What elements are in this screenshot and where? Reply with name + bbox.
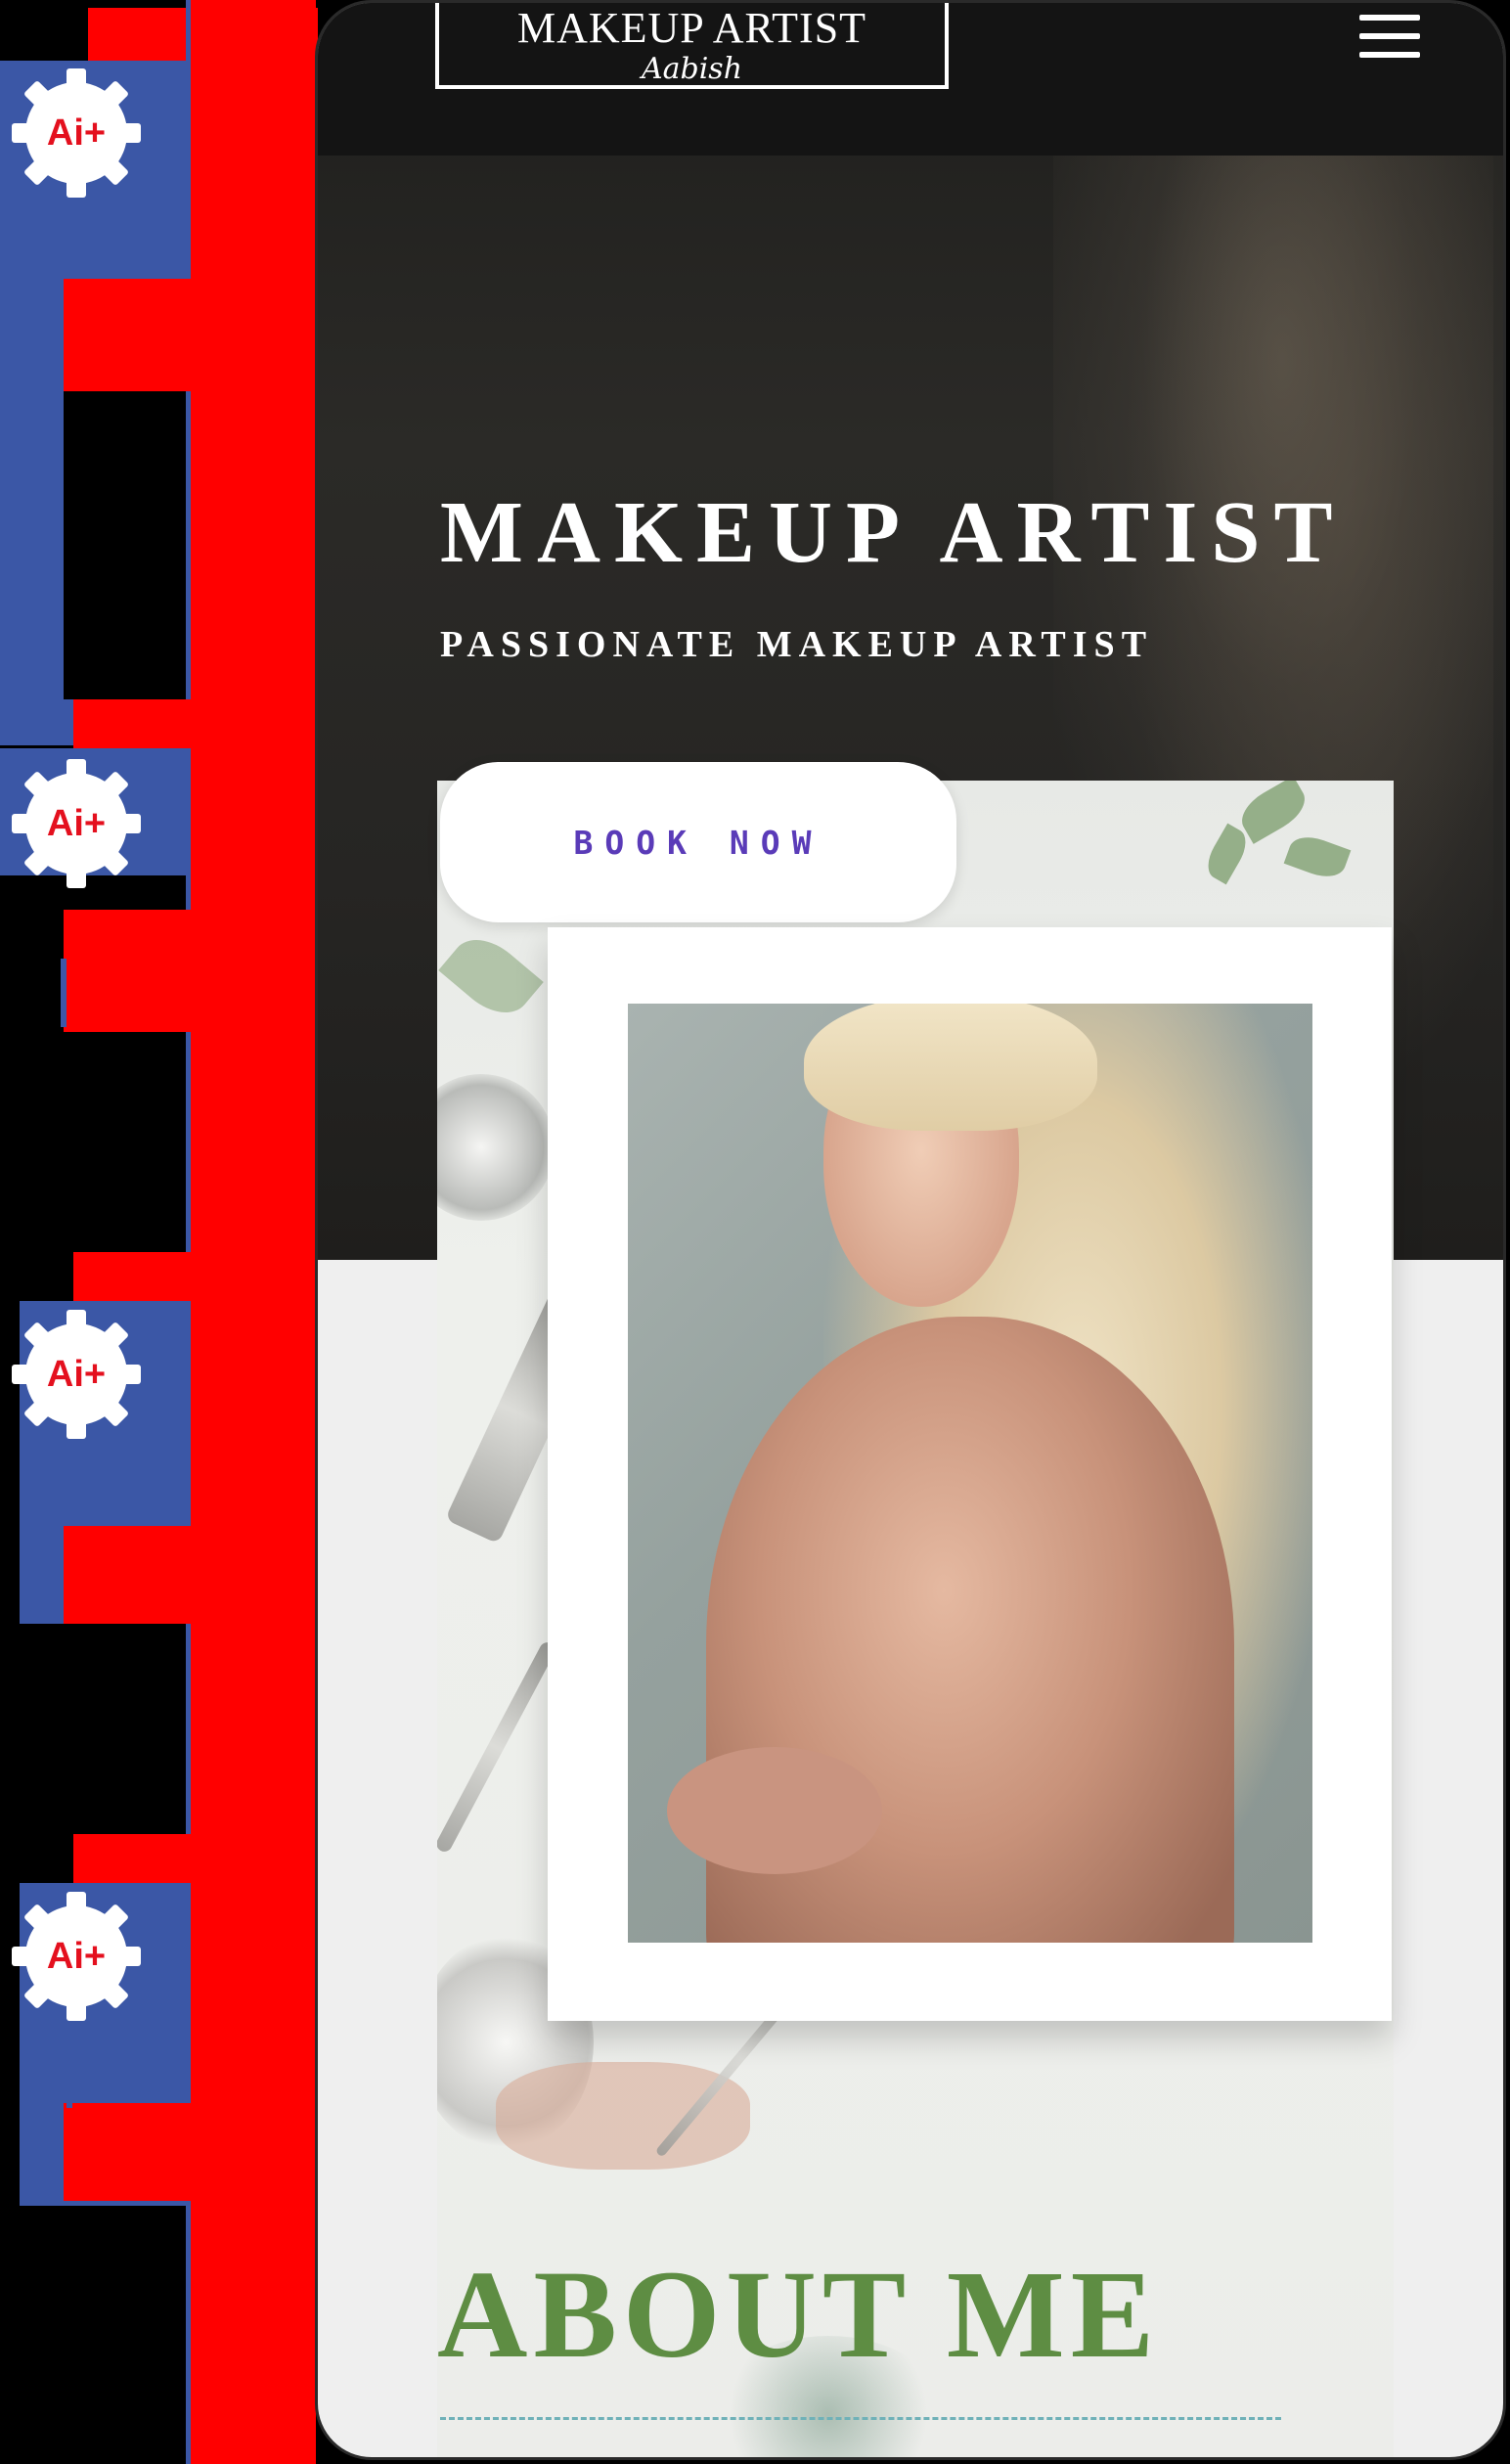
photo-hand bbox=[667, 1747, 882, 1874]
rail-red-bar bbox=[191, 0, 316, 2464]
hero-subtitle: PASSIONATE MAKEUP ARTIST bbox=[440, 624, 1154, 665]
rail-red-block bbox=[64, 279, 191, 391]
about-heading: ABOUT ME bbox=[437, 2245, 1161, 2384]
ai-plus-badge[interactable]: Ai+ bbox=[8, 1306, 145, 1443]
rail-red-block bbox=[73, 1252, 191, 1301]
ai-plus-badge[interactable]: Ai+ bbox=[8, 1888, 145, 2025]
connector-line bbox=[68, 205, 74, 279]
side-rail: Ai+ Ai+ Ai+ Ai+ bbox=[0, 0, 323, 2464]
rail-red-top bbox=[88, 8, 318, 62]
rail-gap bbox=[64, 1624, 186, 1834]
phone-frame: MAKEUP ARTIST Aabish MAKEUP ARTIST PASSI… bbox=[315, 0, 1506, 2460]
section-divider bbox=[440, 2417, 1281, 2420]
connector-line bbox=[67, 2030, 72, 2108]
badge-label: Ai+ bbox=[46, 802, 107, 844]
rail-gap bbox=[0, 2206, 186, 2464]
book-now-button[interactable]: BOOK NOW bbox=[440, 762, 956, 922]
powder-compact-decoration bbox=[437, 1074, 555, 1221]
leaf-decoration bbox=[438, 925, 544, 1027]
logo-title: MAKEUP ARTIST bbox=[516, 4, 867, 52]
rail-red-block bbox=[64, 2103, 191, 2201]
rail-red-block bbox=[64, 910, 191, 1032]
brush-decoration bbox=[437, 1639, 558, 1855]
rail-gap bbox=[64, 1032, 186, 1252]
connector-line bbox=[67, 1448, 72, 1526]
portrait-frame bbox=[548, 927, 1392, 2021]
badge-label: Ai+ bbox=[46, 112, 107, 154]
badge-label: Ai+ bbox=[46, 1935, 107, 1977]
connector-line bbox=[61, 959, 67, 1027]
photo-bangs bbox=[804, 1004, 1097, 1131]
ai-plus-badge[interactable]: Ai+ bbox=[8, 755, 145, 892]
menu-line bbox=[1359, 15, 1420, 21]
portrait-photo bbox=[628, 1004, 1312, 1943]
hand-decoration bbox=[496, 2062, 750, 2170]
phone-screen: MAKEUP ARTIST Aabish MAKEUP ARTIST PASSI… bbox=[318, 3, 1503, 2457]
hero-title: MAKEUP ARTIST bbox=[440, 484, 1347, 581]
rail-red-block bbox=[64, 1526, 191, 1624]
logo-signature: Aabish bbox=[641, 52, 743, 86]
badge-label: Ai+ bbox=[46, 1353, 107, 1395]
menu-line bbox=[1359, 33, 1420, 39]
leaf-decoration bbox=[1283, 829, 1352, 884]
rail-red-block bbox=[73, 1834, 191, 1883]
site-logo[interactable]: MAKEUP ARTIST Aabish bbox=[435, 3, 949, 89]
rail-gap bbox=[64, 391, 186, 699]
ai-plus-badge[interactable]: Ai+ bbox=[8, 65, 145, 202]
leaf-decoration bbox=[1200, 823, 1254, 885]
leaf-decoration bbox=[1233, 781, 1313, 844]
hamburger-menu-icon[interactable] bbox=[1359, 15, 1420, 58]
menu-line bbox=[1359, 52, 1420, 58]
top-navbar: MAKEUP ARTIST Aabish bbox=[318, 3, 1503, 156]
rail-red-block bbox=[73, 699, 191, 748]
